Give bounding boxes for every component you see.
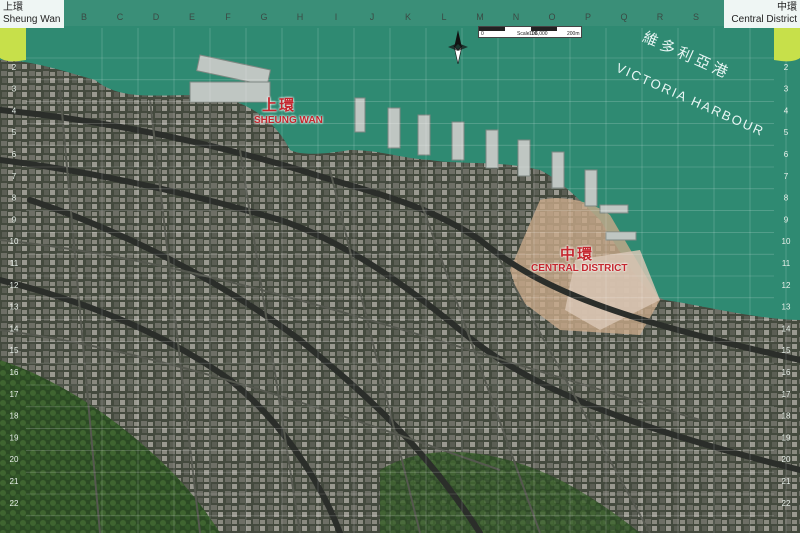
grid-row-label: 9	[784, 215, 789, 224]
grid-column-label: B	[81, 12, 87, 22]
grid-column-label: H	[297, 12, 304, 22]
scale-mark-0: 0	[481, 31, 484, 37]
grid-row-label: 16	[10, 368, 19, 377]
grid-row-label: 9	[12, 215, 17, 224]
grid-row-label: 22	[10, 499, 19, 508]
grid-column-label: P	[585, 12, 591, 22]
corner-label-en: Central District	[731, 14, 797, 25]
grid-row-label: 12	[10, 281, 19, 290]
grid-row-label: 16	[782, 368, 791, 377]
corner-label-en: Sheung Wan	[3, 14, 61, 25]
scale-mark-100: 100	[529, 31, 538, 37]
grid-row-label: 20	[10, 455, 19, 464]
grid-column-label: G	[260, 12, 267, 22]
grid-row-label: 21	[10, 477, 19, 486]
grid-row-label: 5	[784, 128, 789, 137]
grid-row-label: 8	[12, 194, 17, 203]
grid-column-label: D	[153, 12, 160, 22]
grid-column-label: I	[335, 12, 338, 22]
grid-row-label: 12	[782, 281, 791, 290]
grid-row-label: 13	[782, 303, 791, 312]
grid-row-label: 11	[10, 259, 19, 268]
grid-row-label: 19	[10, 433, 19, 442]
sheung-wan-label-en: SHEUNG WAN	[254, 115, 323, 126]
scale-mark-200: 200m	[567, 31, 580, 37]
grid-row-label: 6	[784, 150, 789, 159]
grid-column-label: E	[189, 12, 195, 22]
corner-tab-left	[0, 28, 26, 62]
grid-row-label: 18	[10, 412, 19, 421]
grid-column-label: O	[548, 12, 555, 22]
grid-row-label: 4	[784, 106, 789, 115]
grid-column-label: Q	[620, 12, 627, 22]
sheung-wan-label-cn: 上環	[262, 97, 297, 114]
grid-row-label: 19	[782, 433, 791, 442]
grid-column-label: K	[405, 12, 411, 22]
grid-row-label: 15	[782, 346, 791, 355]
scale-bar: 0 Scale 1:6,000 100 200m	[478, 26, 582, 38]
central-label-en: CENTRAL DISTRICT	[531, 263, 628, 274]
grid-row-label: 7	[784, 172, 789, 181]
grid-row-label: 18	[782, 412, 791, 421]
grid-column-label: F	[225, 12, 231, 22]
grid-row-label: 2	[784, 63, 789, 72]
grid-row-label: 17	[782, 390, 791, 399]
grid-row-label: 15	[10, 346, 19, 355]
grid-row-label: 22	[782, 499, 791, 508]
corner-tab-right	[774, 28, 800, 62]
corner-label-central: 中環 Central District	[724, 0, 800, 28]
grid-row-label: 14	[10, 324, 19, 333]
grid-row-label: 11	[782, 259, 791, 268]
map-canvas[interactable]: BCDEFGHIJKLMNOPQRSTU 1122334455667788991…	[0, 0, 800, 533]
corner-label-cn: 中環	[777, 2, 797, 13]
grid-column-label: R	[657, 12, 664, 22]
grid-row-label: 8	[784, 194, 789, 203]
grid-row-label: 14	[782, 324, 791, 333]
grid-row-label: 13	[10, 303, 19, 312]
central-label-cn: 中環	[560, 246, 595, 263]
grid-row-label: 3	[784, 85, 789, 94]
grid-row-label: 4	[12, 106, 17, 115]
north-arrow-icon	[448, 30, 468, 64]
grid-column-label: S	[693, 12, 699, 22]
grid-row-label: 10	[782, 237, 791, 246]
grid-row-label: 10	[10, 237, 19, 246]
grid-column-label: M	[476, 12, 484, 22]
grid-row-label: 5	[12, 128, 17, 137]
grid-column-label: L	[441, 12, 446, 22]
grid-row-label: 17	[10, 390, 19, 399]
grid-row-label: 6	[12, 150, 17, 159]
grid-row-label: 7	[12, 172, 17, 181]
grid-column-label: N	[513, 12, 520, 22]
grid-row-label: 3	[12, 85, 17, 94]
grid-row-label: 2	[12, 63, 17, 72]
grid-row-label: 20	[782, 455, 791, 464]
grid-row-label: 21	[782, 477, 791, 486]
corner-label-cn: 上環	[3, 2, 23, 13]
corner-label-sheung-wan: 上環 Sheung Wan	[0, 0, 64, 28]
grid-column-label: J	[370, 12, 375, 22]
grid-column-label: C	[117, 12, 124, 22]
